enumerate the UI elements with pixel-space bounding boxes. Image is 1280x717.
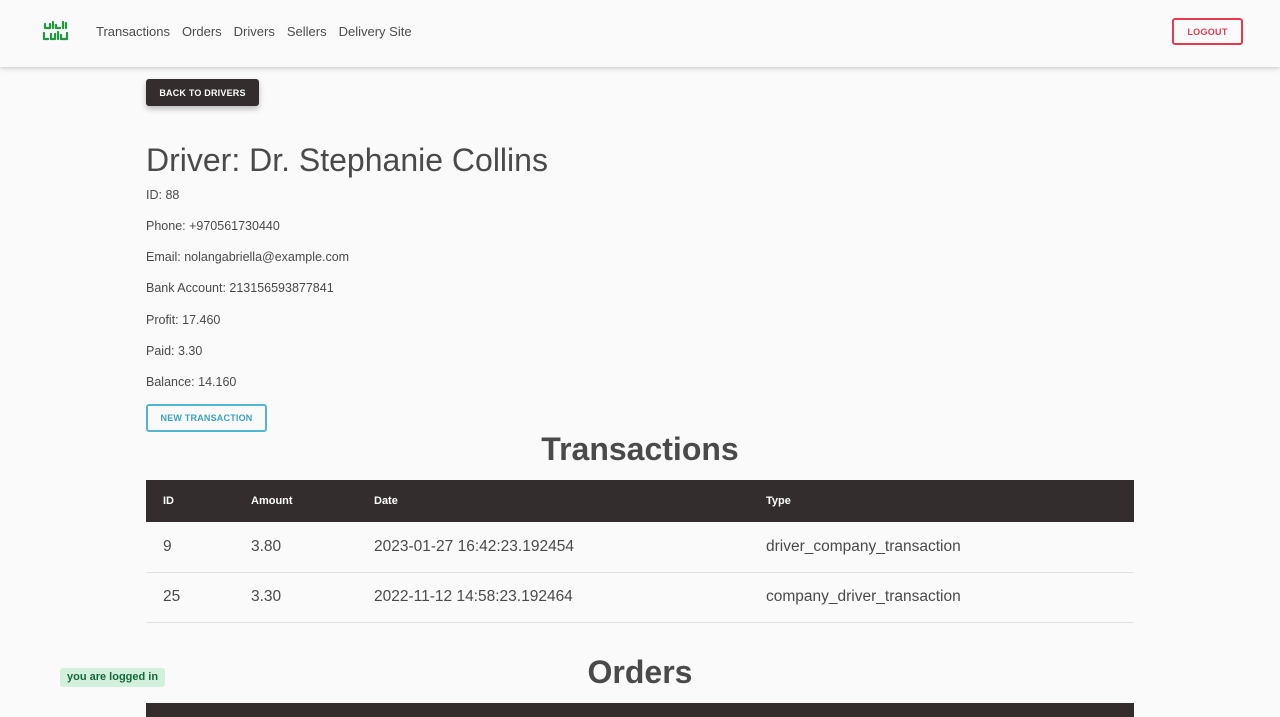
nav-link-drivers[interactable]: Drivers	[234, 22, 275, 42]
cell-type: company_driver_transaction	[749, 572, 1134, 623]
cell-amount: 3.30	[234, 572, 357, 623]
driver-balance: Balance: 14.160	[146, 375, 237, 389]
login-status-badge: you are logged in	[60, 668, 166, 687]
orders-heading: Orders	[587, 654, 693, 690]
cell-id: 25	[146, 572, 234, 623]
cell-type: driver_company_transaction	[749, 522, 1134, 573]
cell-amount: 3.80	[234, 522, 357, 573]
driver-profit: Profit: 17.460	[146, 313, 221, 327]
column-header-id: ID	[163, 495, 174, 507]
nav-link-transactions[interactable]: Transactions	[96, 22, 170, 42]
driver-email: Email: nolangabriella@example.com	[146, 250, 350, 264]
table-row[interactable]: 9 3.80 2023-01-27 16:42:23.192454 driver…	[146, 522, 1134, 573]
cell-id: 9	[146, 522, 234, 573]
transactions-table: ID Amount Date Type 9 3.80 2023-01-27 16…	[146, 480, 1134, 623]
nav-link-orders[interactable]: Orders	[182, 22, 222, 42]
logout-button[interactable]: LOGOUT	[1172, 18, 1243, 45]
column-header-date: Date	[374, 495, 398, 507]
driver-id: ID: 88	[146, 188, 180, 202]
new-transaction-button[interactable]: NEW TRANSACTION	[146, 404, 267, 432]
page-title: Driver: Dr. Stephanie Collins	[146, 142, 548, 178]
table-header-row: ID Amount Date Type	[146, 480, 1134, 522]
transactions-heading: Transactions	[541, 431, 739, 467]
nav-link-delivery-site[interactable]: Delivery Site	[339, 22, 412, 42]
driver-phone: Phone: +970561730440	[146, 219, 280, 233]
orders-table-header	[146, 703, 1134, 717]
nav-link-sellers[interactable]: Sellers	[287, 22, 327, 42]
table-row[interactable]: 25 3.30 2022-11-12 14:58:23.192464 compa…	[146, 572, 1134, 623]
column-header-amount: Amount	[251, 495, 293, 507]
top-navbar: Transactions Orders Drivers Sellers Deli…	[0, 0, 1280, 67]
column-header-type: Type	[766, 495, 791, 507]
cell-date: 2022-11-12 14:58:23.192464	[357, 572, 749, 623]
back-to-drivers-button[interactable]: BACK TO DRIVERS	[146, 79, 259, 106]
cell-date: 2023-01-27 16:42:23.192454	[357, 522, 749, 573]
nav-links: Transactions Orders Drivers Sellers Deli…	[96, 22, 412, 42]
driver-paid: Paid: 3.30	[146, 344, 203, 358]
driver-bank-account: Bank Account: 213156593877841	[146, 281, 334, 295]
brand-logo-icon[interactable]	[42, 19, 70, 43]
